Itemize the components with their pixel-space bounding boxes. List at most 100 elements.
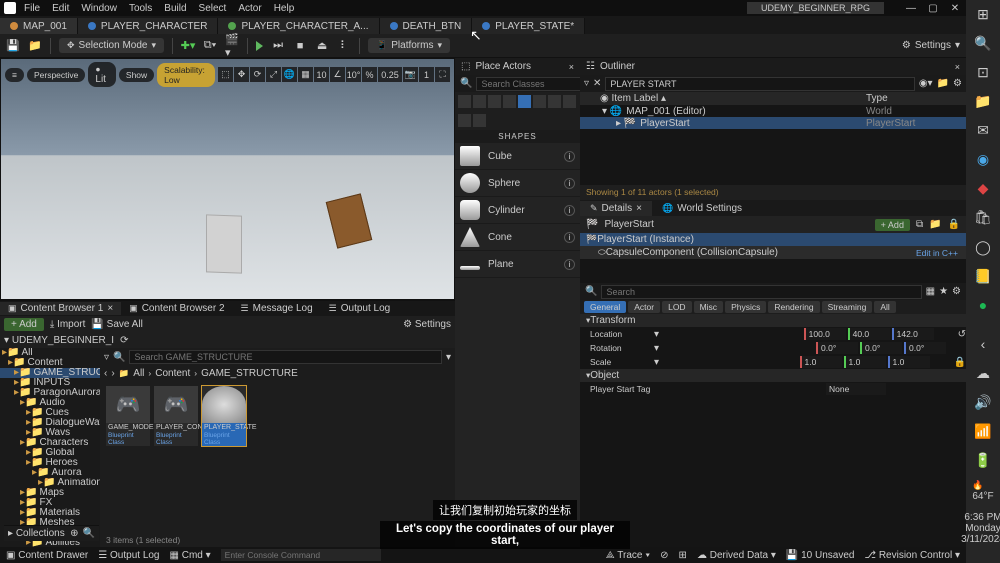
- tab-world-settings[interactable]: 🌐 World Settings: [652, 201, 752, 216]
- taskbar-search-icon[interactable]: 🔍: [972, 34, 994, 53]
- perspective-dropdown[interactable]: Perspective: [27, 68, 85, 82]
- tree-item[interactable]: ▸📁All: [0, 348, 100, 358]
- menu-window[interactable]: Window: [81, 3, 117, 14]
- rotation-x-input[interactable]: 0.0°: [816, 342, 858, 354]
- source-tree[interactable]: ▸📁All▸📁Content▸📁GAME_STRUCTUR▸📁INPUTS▸📁P…: [0, 348, 100, 547]
- menu-help[interactable]: Help: [274, 3, 295, 14]
- crumb-current[interactable]: GAME_STRUCTURE: [201, 368, 298, 379]
- tree-item[interactable]: ▸📁Materials: [0, 508, 100, 518]
- play-options-icon[interactable]: ⠇: [337, 39, 351, 53]
- cat-recent-icon[interactable]: [458, 95, 471, 108]
- chip-physics[interactable]: Physics: [725, 301, 766, 313]
- scale-snap-value[interactable]: 0.25: [378, 67, 402, 82]
- scene-cube-mesh[interactable]: [326, 193, 373, 248]
- console-command-input[interactable]: [221, 549, 381, 561]
- collection-add-icon[interactable]: ⊕: [70, 528, 78, 539]
- col-item-label[interactable]: ◉ Item Label ▴: [590, 93, 866, 104]
- coord-space-icon[interactable]: 🌐: [282, 67, 297, 82]
- play-button[interactable]: [256, 41, 263, 51]
- aux1-icon[interactable]: ⊘: [660, 550, 668, 561]
- component-capsule[interactable]: ⬭ CapsuleComponent (CollisionCapsule)Edi…: [580, 246, 966, 259]
- close-panel-icon[interactable]: ×: [569, 62, 574, 72]
- chip-general[interactable]: General: [584, 301, 626, 313]
- taskbar-spotify-icon[interactable]: ●: [972, 296, 994, 315]
- cat-lights-icon[interactable]: [488, 95, 501, 108]
- tab-output-log[interactable]: ☰ Output Log: [321, 302, 399, 315]
- filter-icon[interactable]: ▿: [104, 352, 109, 363]
- tab-message-log[interactable]: ☰ Message Log: [233, 302, 321, 315]
- cat-extra1-icon[interactable]: [458, 114, 471, 127]
- tab-death-btn[interactable]: DEATH_BTN: [380, 18, 473, 34]
- lock-scale-icon[interactable]: 🔒: [954, 357, 966, 368]
- taskbar-taskview-icon[interactable]: ⊡: [972, 63, 994, 82]
- tree-item[interactable]: ▸📁ParagonAurora: [0, 388, 100, 398]
- tree-item[interactable]: ▸📁Cues: [0, 408, 100, 418]
- grid-snap-value[interactable]: 10: [314, 67, 329, 82]
- cat-basic-icon[interactable]: [473, 95, 486, 108]
- cat-all-icon[interactable]: [563, 95, 576, 108]
- cb-settings-button[interactable]: ⚙ Settings: [403, 319, 451, 330]
- component-playerstart[interactable]: 🏁 PlayerStart (Instance): [580, 233, 966, 246]
- close-panel-icon[interactable]: ×: [955, 62, 960, 72]
- history-back-icon[interactable]: ‹: [104, 368, 107, 379]
- rotation-y-input[interactable]: 0.0°: [860, 342, 902, 354]
- show-dropdown[interactable]: Show: [119, 68, 154, 82]
- shape-sphere[interactable]: Spherei: [455, 170, 580, 197]
- menu-edit[interactable]: Edit: [52, 3, 69, 14]
- shape-cube[interactable]: Cubei: [455, 143, 580, 170]
- view-grid-icon[interactable]: ▦: [926, 286, 935, 297]
- tree-item[interactable]: ▸📁FX: [0, 498, 100, 508]
- scale-snap-icon[interactable]: %: [362, 67, 377, 82]
- cat-visual-icon[interactable]: [533, 95, 546, 108]
- scale-y-input[interactable]: 1.0: [844, 356, 886, 368]
- tree-item[interactable]: ▸📁INPUTS: [0, 378, 100, 388]
- camera-speed-icon[interactable]: 📷: [403, 67, 418, 82]
- add-content-icon[interactable]: ✚▾: [181, 39, 195, 53]
- browse-to-icon[interactable]: 📁: [929, 219, 941, 230]
- trace-button[interactable]: ⟁ Trace ▾: [606, 550, 650, 561]
- settings-gear-icon[interactable]: ⚙: [952, 286, 961, 297]
- outliner-row-playerstart[interactable]: ▸ 🏁 PlayerStart PlayerStart: [580, 117, 966, 129]
- rotate-mode-icon[interactable]: ⟳: [250, 67, 265, 82]
- cat-cinematic-icon[interactable]: [503, 95, 516, 108]
- tree-item[interactable]: ▸📁Content: [0, 358, 100, 368]
- lock-icon[interactable]: 🔒: [948, 219, 960, 230]
- info-icon[interactable]: i: [564, 151, 575, 162]
- tree-item[interactable]: ▸📁Global: [0, 448, 100, 458]
- chip-lod[interactable]: LOD: [662, 301, 691, 313]
- taskbar-network-icon[interactable]: 📶: [972, 422, 994, 441]
- browse-icon[interactable]: 📁: [28, 39, 42, 53]
- favorites-icon[interactable]: ★: [939, 286, 948, 297]
- system-clock[interactable]: 6:36 PM Monday 3/11/2024: [961, 512, 1000, 563]
- history-fwd-icon[interactable]: ›: [111, 368, 114, 379]
- chip-rendering[interactable]: Rendering: [768, 301, 819, 313]
- lit-dropdown[interactable]: ● Lit: [88, 62, 116, 87]
- derived-data-button[interactable]: ☁ Derived Data ▾: [697, 550, 776, 561]
- tree-item[interactable]: ▸📁Characters: [0, 438, 100, 448]
- col-type[interactable]: Type: [866, 93, 966, 104]
- location-x-input[interactable]: 100.0: [804, 328, 846, 340]
- eject-icon[interactable]: ⏏: [315, 39, 329, 53]
- add-asset-button[interactable]: + Add: [4, 318, 44, 331]
- chip-all[interactable]: All: [874, 301, 895, 313]
- chip-actor[interactable]: Actor: [628, 301, 660, 313]
- scene-plane-mesh[interactable]: [206, 214, 242, 273]
- collection-search-icon[interactable]: 🔍: [83, 528, 95, 539]
- blueprint-icon[interactable]: ⧉▾: [203, 39, 217, 53]
- maximize-button[interactable]: ▢: [926, 3, 940, 14]
- taskbar-volume-icon[interactable]: 🔊: [972, 393, 994, 412]
- location-z-input[interactable]: 142.0: [892, 328, 934, 340]
- collections-toggle[interactable]: ▸ Collections: [8, 528, 65, 539]
- info-icon[interactable]: i: [564, 205, 575, 216]
- project-dropdown[interactable]: ▾ UDEMY_BEGINNER_I: [4, 335, 114, 346]
- cinematics-icon[interactable]: 🎬▾: [225, 39, 239, 53]
- info-icon[interactable]: i: [564, 178, 575, 189]
- tab-content-browser-2[interactable]: ▣ Content Browser 2: [121, 302, 232, 315]
- tab-player-character-anim[interactable]: PLAYER_CHARACTER_A...: [218, 18, 379, 34]
- menu-file[interactable]: File: [24, 3, 40, 14]
- cat-shapes-icon[interactable]: [518, 95, 531, 108]
- tab-player-state[interactable]: PLAYER_STATE*: [472, 18, 585, 34]
- add-component-button[interactable]: + Add: [875, 219, 910, 231]
- chip-streaming[interactable]: Streaming: [822, 301, 873, 313]
- tree-item[interactable]: ▸📁DialogueWavs: [0, 418, 100, 428]
